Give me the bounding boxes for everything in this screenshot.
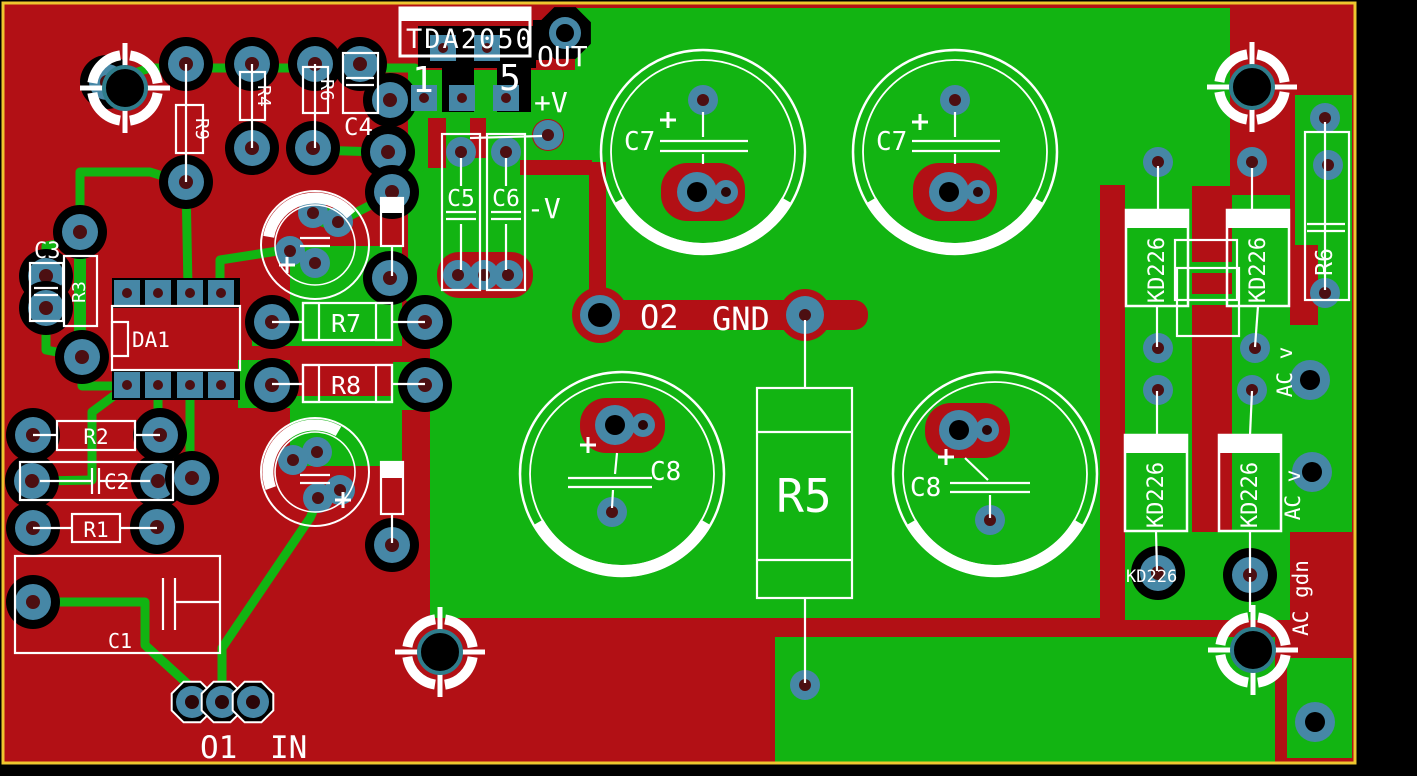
o2-label: O2 bbox=[640, 298, 679, 336]
c7-right-label: C7 bbox=[876, 127, 907, 157]
pcb-board: TDA2050 1 5 OUT +V -V R9 R4 R6 C4 C3 R3 … bbox=[0, 0, 1417, 776]
pcb-layout-image: TDA2050 1 5 OUT +V -V R9 R4 R6 C4 C3 R3 … bbox=[0, 0, 1417, 776]
r8-label: R8 bbox=[331, 371, 361, 400]
r4-label: R4 bbox=[253, 85, 274, 107]
c1-label: C1 bbox=[108, 629, 132, 653]
right-margin bbox=[1357, 0, 1417, 776]
kd226-note-label: KD226 bbox=[1126, 567, 1177, 587]
out-label: OUT bbox=[537, 40, 588, 73]
c7-left-label: C7 bbox=[624, 127, 655, 157]
r6-right-label: R6 bbox=[1312, 248, 1338, 276]
ac-v-bottom-label: AC v bbox=[1281, 470, 1305, 521]
r7-label: R7 bbox=[331, 309, 361, 338]
c4-label: C4 bbox=[344, 113, 373, 141]
ac-v-top-label: AC v bbox=[1273, 347, 1297, 398]
r5-label: R5 bbox=[776, 469, 831, 523]
r3-label: R3 bbox=[69, 281, 90, 303]
da1-label: DA1 bbox=[132, 328, 170, 352]
ac-gnd-label: AC gdn bbox=[1289, 560, 1313, 636]
v-minus-label: -V bbox=[527, 192, 561, 225]
c3-label: C3 bbox=[34, 239, 61, 264]
c5-label: C5 bbox=[447, 186, 475, 212]
ic-label: TDA2050 bbox=[406, 24, 534, 55]
r2-label: R2 bbox=[83, 425, 108, 449]
ic-pin1-label: 1 bbox=[412, 60, 434, 101]
r6-top-label: R6 bbox=[316, 79, 337, 101]
kd226-4-label: KD226 bbox=[1238, 462, 1263, 528]
input-pad-3 bbox=[231, 680, 275, 724]
r9-label: R9 bbox=[191, 118, 212, 140]
kd226-3-label: KD226 bbox=[1144, 462, 1169, 528]
c6-label: C6 bbox=[492, 186, 520, 212]
kd226-2-label: KD226 bbox=[1246, 237, 1271, 303]
c8-right-label: C8 bbox=[910, 473, 941, 503]
bottom-margin bbox=[0, 763, 1417, 776]
c8-left-label: C8 bbox=[650, 457, 681, 487]
input-label: O1 IN bbox=[200, 730, 307, 766]
c2-label: C2 bbox=[104, 470, 129, 494]
r1-label: R1 bbox=[83, 518, 108, 542]
kd226-1-label: KD226 bbox=[1145, 237, 1170, 303]
ic-pin5-label: 5 bbox=[499, 58, 521, 99]
gnd-label: GND bbox=[712, 300, 770, 338]
v-plus-label: +V bbox=[534, 86, 568, 119]
